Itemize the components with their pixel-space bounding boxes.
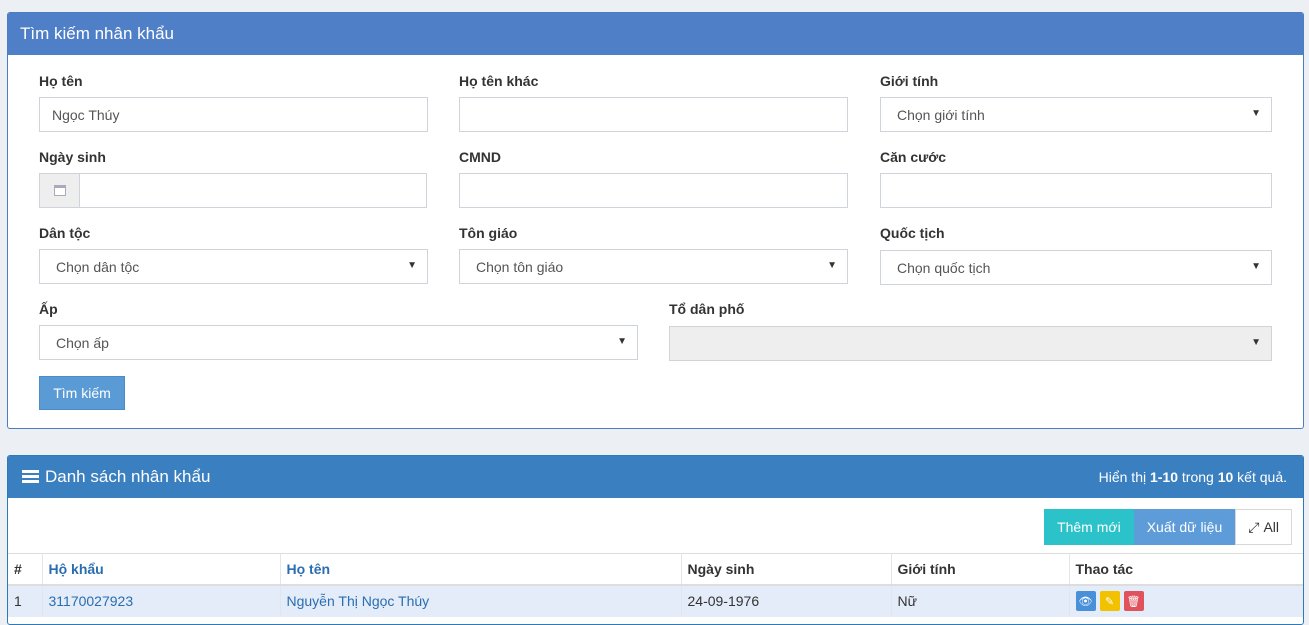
row-ho-khau[interactable]: 31170027923: [42, 584, 281, 617]
cmnd-label: CMND: [459, 149, 501, 165]
gioi-tinh-label: Giới tính: [880, 73, 939, 89]
row-gioi-tinh: Nữ: [891, 584, 1070, 617]
col-index: #: [8, 553, 43, 586]
gioi-tinh-value: Chọn giới tính: [897, 106, 985, 123]
col-thao-tac: Thao tác: [1069, 553, 1303, 586]
row-index: 1: [8, 584, 43, 617]
ap-select[interactable]: Chọn ấp ▼: [39, 325, 638, 360]
ap-value: Chọn ấp: [56, 334, 109, 351]
can-cuoc-input[interactable]: [880, 173, 1272, 208]
list-icon: [22, 470, 39, 484]
caret-down-icon: ▼: [407, 260, 417, 271]
dan-toc-label: Dân tộc: [39, 225, 91, 241]
caret-down-icon: ▼: [617, 336, 627, 347]
calendar-icon[interactable]: [40, 174, 80, 207]
list-title: Danh sách nhân khẩu: [22, 467, 210, 487]
ton-giao-label: Tôn giáo: [459, 225, 518, 241]
gioi-tinh-select[interactable]: Chọn giới tính ▼: [880, 97, 1272, 132]
col-gioi-tinh: Giới tính: [891, 553, 1070, 586]
caret-down-icon: ▼: [1251, 261, 1261, 272]
ho-ten-input[interactable]: Ngọc Thúy: [39, 97, 428, 132]
caret-down-icon: ▼: [827, 260, 837, 271]
result-table: # Hộ khẩu Họ tên Ngày sinh Giới tính Tha…: [8, 553, 1303, 617]
to-dan-pho-label: Tổ dân phố: [669, 301, 745, 317]
ho-ten-khac-label: Họ tên khác: [459, 73, 539, 89]
show-all-label: All: [1263, 519, 1279, 535]
result-summary: Hiển thị 1-10 trong 10 kết quả.: [1098, 469, 1287, 485]
caret-down-icon: ▼: [1251, 337, 1261, 348]
quoc-tich-select[interactable]: Chọn quốc tịch ▼: [880, 250, 1272, 285]
table-row: 1 31170027923 Nguyễn Thị Ngọc Thúy 24-09…: [8, 584, 1303, 617]
ton-giao-select[interactable]: Chọn tôn giáo ▼: [459, 249, 848, 284]
ho-ten-label: Họ tên: [39, 73, 83, 89]
list-panel-header: Danh sách nhân khẩu Hiển thị 1-10 trong …: [8, 456, 1303, 498]
table-header-row: # Hộ khẩu Họ tên Ngày sinh Giới tính Tha…: [8, 553, 1303, 586]
to-dan-pho-select: ▼: [669, 326, 1272, 361]
row-ngay-sinh: 24-09-1976: [681, 584, 892, 617]
search-panel: Tìm kiếm nhân khẩu Họ tên Ngọc Thúy Họ t…: [7, 12, 1304, 429]
ton-giao-value: Chọn tôn giáo: [476, 258, 564, 275]
dan-toc-value: Chọn dân tộc: [56, 258, 140, 275]
list-panel: Danh sách nhân khẩu Hiển thị 1-10 trong …: [7, 455, 1304, 625]
edit-icon[interactable]: ✎: [1099, 591, 1120, 611]
list-toolbar: Thêm mới Xuất dữ liệu ⤢ All: [1044, 509, 1292, 545]
ngay-sinh-label: Ngày sinh: [39, 149, 106, 165]
add-new-button[interactable]: Thêm mới: [1044, 509, 1134, 545]
search-button[interactable]: Tìm kiếm: [39, 376, 125, 410]
caret-down-icon: ▼: [1251, 108, 1261, 119]
ap-label: Ấp: [39, 301, 58, 317]
ngay-sinh-input[interactable]: [39, 173, 427, 208]
show-all-button[interactable]: ⤢ All: [1235, 509, 1292, 545]
col-ho-ten[interactable]: Họ tên: [280, 553, 682, 586]
quoc-tich-value: Chọn quốc tịch: [897, 259, 991, 276]
can-cuoc-label: Căn cước: [880, 149, 947, 165]
ho-ten-khac-input[interactable]: [459, 97, 848, 132]
export-button[interactable]: Xuất dữ liệu: [1133, 509, 1236, 545]
expand-icon: ⤢: [1248, 518, 1260, 535]
cmnd-input[interactable]: [459, 173, 848, 208]
quoc-tich-label: Quốc tịch: [880, 225, 945, 241]
row-ho-ten[interactable]: Nguyễn Thị Ngọc Thúy: [280, 584, 682, 617]
delete-icon[interactable]: 🗑: [1123, 591, 1144, 611]
col-ngay-sinh: Ngày sinh: [681, 553, 892, 586]
row-actions: 👁 ✎ 🗑: [1069, 584, 1303, 617]
list-title-text: Danh sách nhân khẩu: [45, 467, 211, 486]
search-panel-title: Tìm kiếm nhân khẩu: [8, 13, 1303, 55]
dan-toc-select[interactable]: Chọn dân tộc ▼: [39, 249, 428, 284]
col-ho-khau[interactable]: Hộ khẩu: [42, 553, 281, 586]
view-icon[interactable]: 👁: [1075, 591, 1096, 611]
